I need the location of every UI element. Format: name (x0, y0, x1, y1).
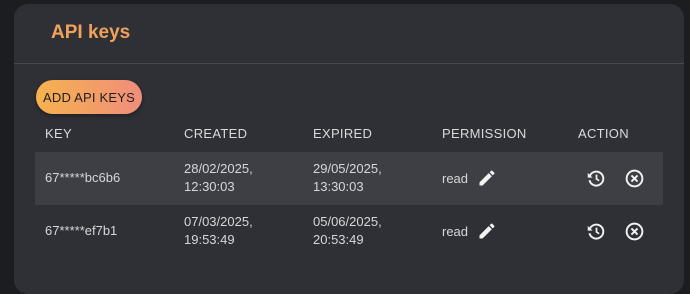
expired-time: 13:30:03 (313, 179, 364, 194)
expired-date: 05/06/2025, (313, 214, 382, 229)
table-row: 67*****ef7b1 07/03/2025, 19:53:49 05/06/… (35, 205, 663, 258)
circle-x-icon[interactable] (623, 167, 645, 189)
add-api-keys-button[interactable]: ADD API KEYS (36, 80, 142, 114)
pencil-icon[interactable] (476, 220, 498, 242)
history-icon[interactable] (585, 167, 607, 189)
created-date: 07/03/2025, (184, 214, 253, 229)
column-header-permission: PERMISSION (442, 126, 527, 141)
table-header: KEY CREATED EXPIRED PERMISSION ACTION (35, 120, 663, 152)
column-header-expired: EXPIRED (313, 126, 373, 141)
circle-x-icon[interactable] (623, 220, 645, 242)
key-value: 67*****bc6b6 (45, 170, 121, 185)
pencil-icon[interactable] (476, 167, 498, 189)
api-keys-panel: API keys ADD API KEYS KEY CREATED EXPIRE… (14, 4, 684, 294)
created-time: 12:30:03 (184, 179, 235, 194)
created-time: 19:53:49 (184, 232, 235, 247)
page-title: API keys (51, 22, 131, 43)
created-date: 28/02/2025, (184, 161, 253, 176)
permission-cell: read (442, 167, 498, 189)
expired-date: 29/05/2025, (313, 161, 382, 176)
permission-value: read (442, 223, 469, 239)
panel-header: API keys (14, 4, 684, 64)
api-keys-table: KEY CREATED EXPIRED PERMISSION ACTION 67… (35, 120, 663, 258)
column-header-key: KEY (45, 126, 72, 141)
column-header-created: CREATED (184, 126, 248, 141)
expired-time: 20:53:49 (313, 232, 364, 247)
permission-cell: read (442, 220, 498, 242)
table-row: 67*****bc6b6 28/02/2025, 12:30:03 29/05/… (35, 152, 663, 205)
column-header-action: ACTION (578, 126, 629, 141)
key-value: 67*****ef7b1 (45, 223, 118, 238)
permission-value: read (442, 170, 469, 186)
expired-value: 29/05/2025, 13:30:03 (313, 160, 382, 196)
created-value: 28/02/2025, 12:30:03 (184, 160, 253, 196)
created-value: 07/03/2025, 19:53:49 (184, 213, 253, 249)
history-icon[interactable] (585, 220, 607, 242)
expired-value: 05/06/2025, 20:53:49 (313, 213, 382, 249)
